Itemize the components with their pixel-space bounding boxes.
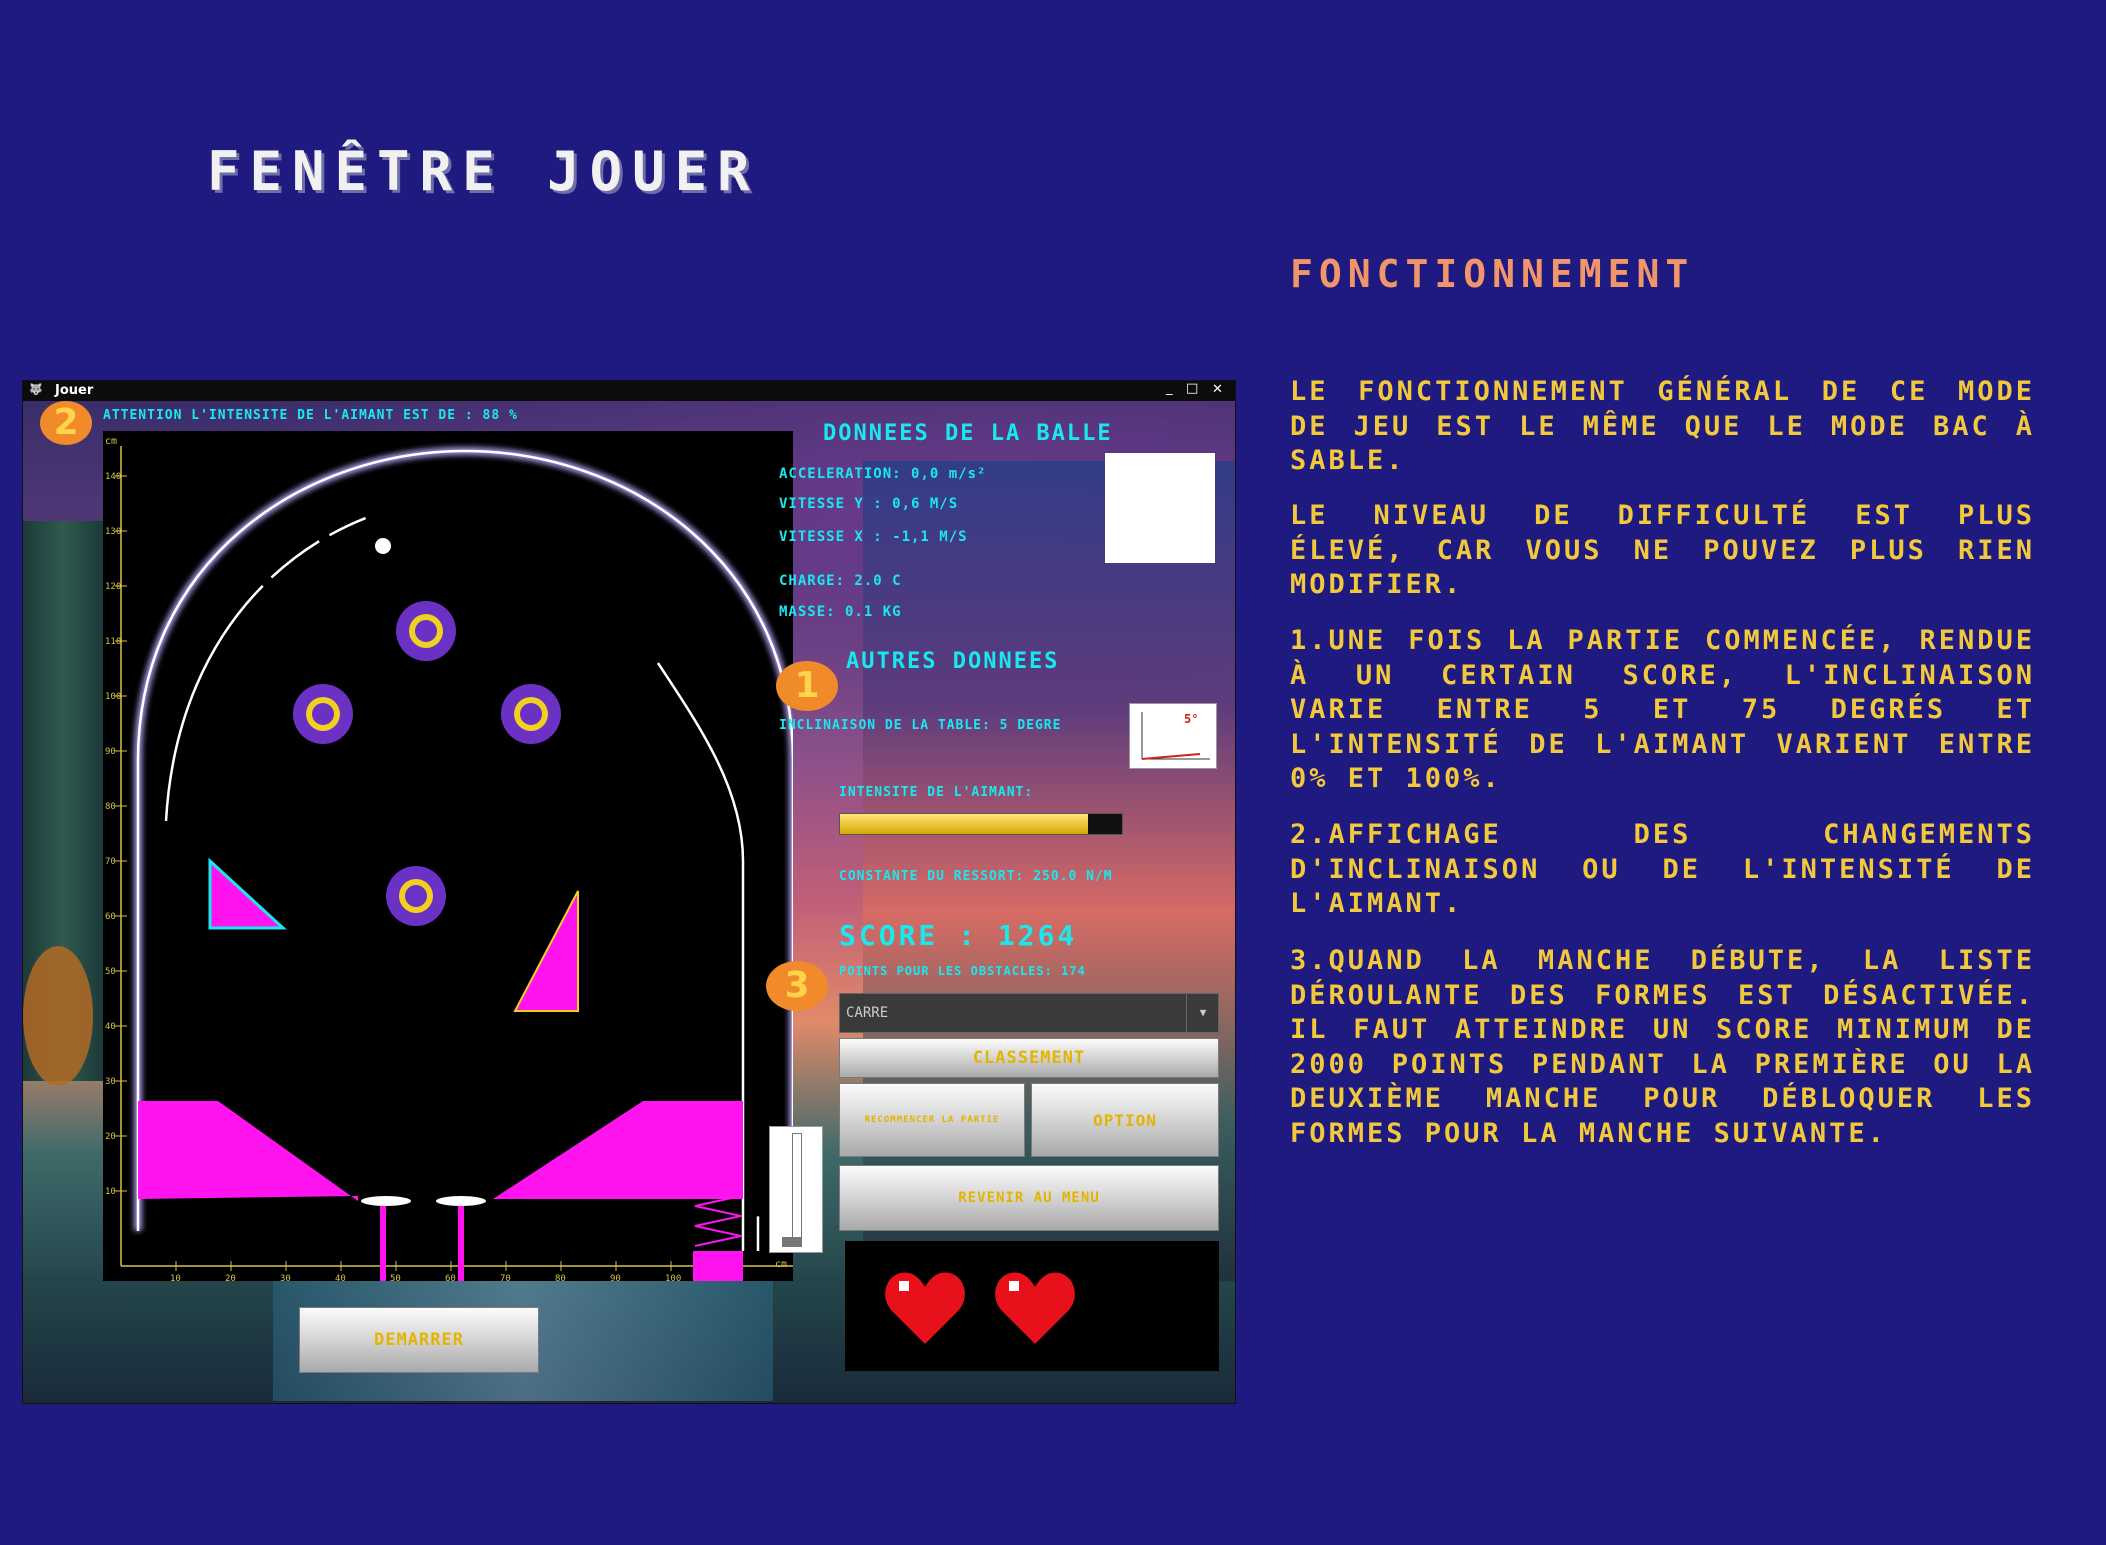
option-button[interactable]: OPTION	[1031, 1083, 1219, 1157]
y-tick-label: 50	[105, 967, 116, 977]
acceleration-readout: ACCELERATION: 0,0 m/s²	[779, 466, 987, 482]
y-tick-label: 10	[105, 1187, 116, 1197]
window-title: Jouer	[55, 383, 94, 398]
y-tick-label: 120	[105, 582, 121, 592]
magnet-label: INTENSITE DE L'AIMANT:	[839, 785, 1034, 800]
y-tick-label: 130	[105, 527, 121, 537]
right-flipper	[436, 1196, 486, 1206]
x-tick-label: 50	[390, 1274, 401, 1281]
paragraph: 3.Quand la manche débute, la liste dérou…	[1290, 945, 2035, 1149]
pinball-table[interactable]: 140 130 120 110 100 90 80 70 60 50 40 30 20 10 10 20 30…	[103, 431, 793, 1281]
minimize-button[interactable]: _	[1166, 381, 1173, 396]
window-titlebar: 🐺 Jouer _ □ ✕	[23, 381, 1235, 401]
maximize-button[interactable]: □	[1186, 381, 1198, 396]
bumper	[501, 684, 561, 744]
badge-1: 1	[776, 661, 838, 711]
hearts-svg	[882, 1269, 1078, 1349]
y-tick-label: 110	[105, 637, 121, 647]
chevron-down-icon[interactable]: ▼	[1186, 994, 1219, 1032]
plunger-cap	[693, 1169, 743, 1181]
back-to-menu-button[interactable]: REVENIR AU MENU	[839, 1165, 1219, 1231]
close-button[interactable]: ✕	[1212, 382, 1223, 397]
x-ticks: 102030405060708090100110	[170, 1261, 736, 1281]
paragraph: Le fonctionnement général de ce mode de …	[1290, 376, 2035, 476]
y-tick-label: 60	[105, 912, 116, 922]
left-triangle-obstacle	[208, 857, 287, 930]
left-flipper	[361, 1196, 411, 1206]
velocity-y-readout: VITESSE Y : 0,6 M/S	[779, 496, 959, 512]
launch-power-gauge[interactable]	[769, 1126, 823, 1253]
bumper	[386, 866, 446, 926]
ball-data-heading: DONNEES DE LA BALLE	[823, 421, 1113, 446]
table-svg: 140 130 120 110 100 90 80 70 60 50 40 30 20 10 10 20 30…	[105, 446, 793, 1281]
magnet-alert: ATTENTION L'INTENSITE DE L'AIMANT EST DE…	[103, 408, 518, 423]
plunger-base	[693, 1251, 743, 1281]
score-display: SCORE : 1264	[839, 919, 1078, 952]
y-tick-label: 140	[105, 472, 121, 482]
x-tick-label: 100	[665, 1274, 681, 1281]
x-tick-label: 60	[445, 1274, 456, 1281]
heart-icon	[882, 1269, 968, 1349]
y-ticks: 140 130 120 110 100 90 80 70 60 50 40 30 20 10	[105, 472, 127, 1197]
shape-dropdown-value: CARRE	[846, 1005, 889, 1021]
x-tick-label: 90	[610, 1274, 621, 1281]
game-window: 🐺 Jouer _ □ ✕ 2 ATTENTION L'INTENSITE DE…	[22, 380, 1236, 1404]
paragraph: 1.Une fois la partie commencée, rendue à…	[1290, 625, 2035, 794]
right-flipper-post	[458, 1206, 464, 1281]
y-tick-label: 20	[105, 1132, 116, 1142]
right-triangle-obstacle	[513, 890, 579, 1012]
y-tick-label: 90	[105, 747, 116, 757]
x-tick-label: 80	[555, 1274, 566, 1281]
spring-constant-readout: CONSTANTE DU RESSORT: 250.0 N/M	[839, 869, 1113, 884]
paragraph: Le niveau de difficulté est plus élevé, …	[1290, 500, 2035, 600]
rock-decoration	[23, 946, 93, 1086]
x-tick-label: 10	[170, 1274, 181, 1281]
lives-panel	[845, 1241, 1219, 1371]
obstacle-points-readout: POINTS POUR LES OBSTACLES: 174	[839, 964, 1086, 978]
x-tick-label: 30	[280, 1274, 291, 1281]
gauge-track	[792, 1133, 802, 1247]
other-data-heading: AUTRES DONNEES	[846, 649, 1060, 674]
charge-readout: CHARGE: 2.0 C	[779, 573, 902, 589]
heart-icon	[992, 1269, 1078, 1349]
ball-preview-box	[1105, 453, 1215, 563]
incline-graph	[1141, 712, 1210, 760]
x-tick-label: 70	[500, 1274, 511, 1281]
badge-2: 2	[40, 401, 92, 445]
gauge-handle[interactable]	[782, 1237, 802, 1247]
mass-readout: MASSE: 0.1 KG	[779, 604, 902, 620]
app-icon: 🐺	[29, 383, 43, 396]
y-tick-label: 100	[105, 692, 121, 702]
ranking-button[interactable]: CLASSEMENT	[839, 1038, 1219, 1078]
magnet-intensity-fill	[840, 814, 1089, 834]
incline-angle-label: 5°	[1184, 712, 1199, 726]
x-tick-label: 20	[225, 1274, 236, 1281]
paragraph: 2.Affichage des changements d'inclinaiso…	[1290, 819, 2035, 919]
magnet-intensity-bar	[839, 813, 1123, 835]
section-heading: FONCTIONNEMENT	[1290, 252, 1695, 296]
x-tick-label: 40	[335, 1274, 346, 1281]
left-slingshot	[138, 1101, 358, 1201]
y-tick-label: 70	[105, 857, 116, 867]
bumper	[293, 684, 353, 744]
ball	[375, 538, 391, 554]
velocity-x-readout: VITESSE X : -1,1 M/S	[779, 529, 968, 545]
shape-dropdown[interactable]: CARRE ▼	[839, 993, 1219, 1033]
y-tick-label: 30	[105, 1077, 116, 1087]
x-axis-unit: cm	[775, 1259, 788, 1270]
incline-indicator: 5°	[1129, 703, 1217, 769]
incline-readout: INCLINAISON DE LA TABLE: 5 DEGRE	[779, 718, 1062, 733]
y-tick-label: 40	[105, 1022, 116, 1032]
start-button[interactable]: DEMARRER	[299, 1307, 539, 1373]
y-tick-label: 80	[105, 802, 116, 812]
left-flipper-post	[380, 1206, 386, 1281]
badge-3: 3	[766, 961, 828, 1011]
page-title: FENÊTRE JOUER	[207, 140, 760, 203]
bumper	[396, 601, 456, 661]
y-axis-unit: cm	[105, 436, 118, 447]
restart-button[interactable]: RECOMMENCER LA PARTIE	[839, 1083, 1025, 1157]
right-slingshot	[493, 1101, 743, 1199]
